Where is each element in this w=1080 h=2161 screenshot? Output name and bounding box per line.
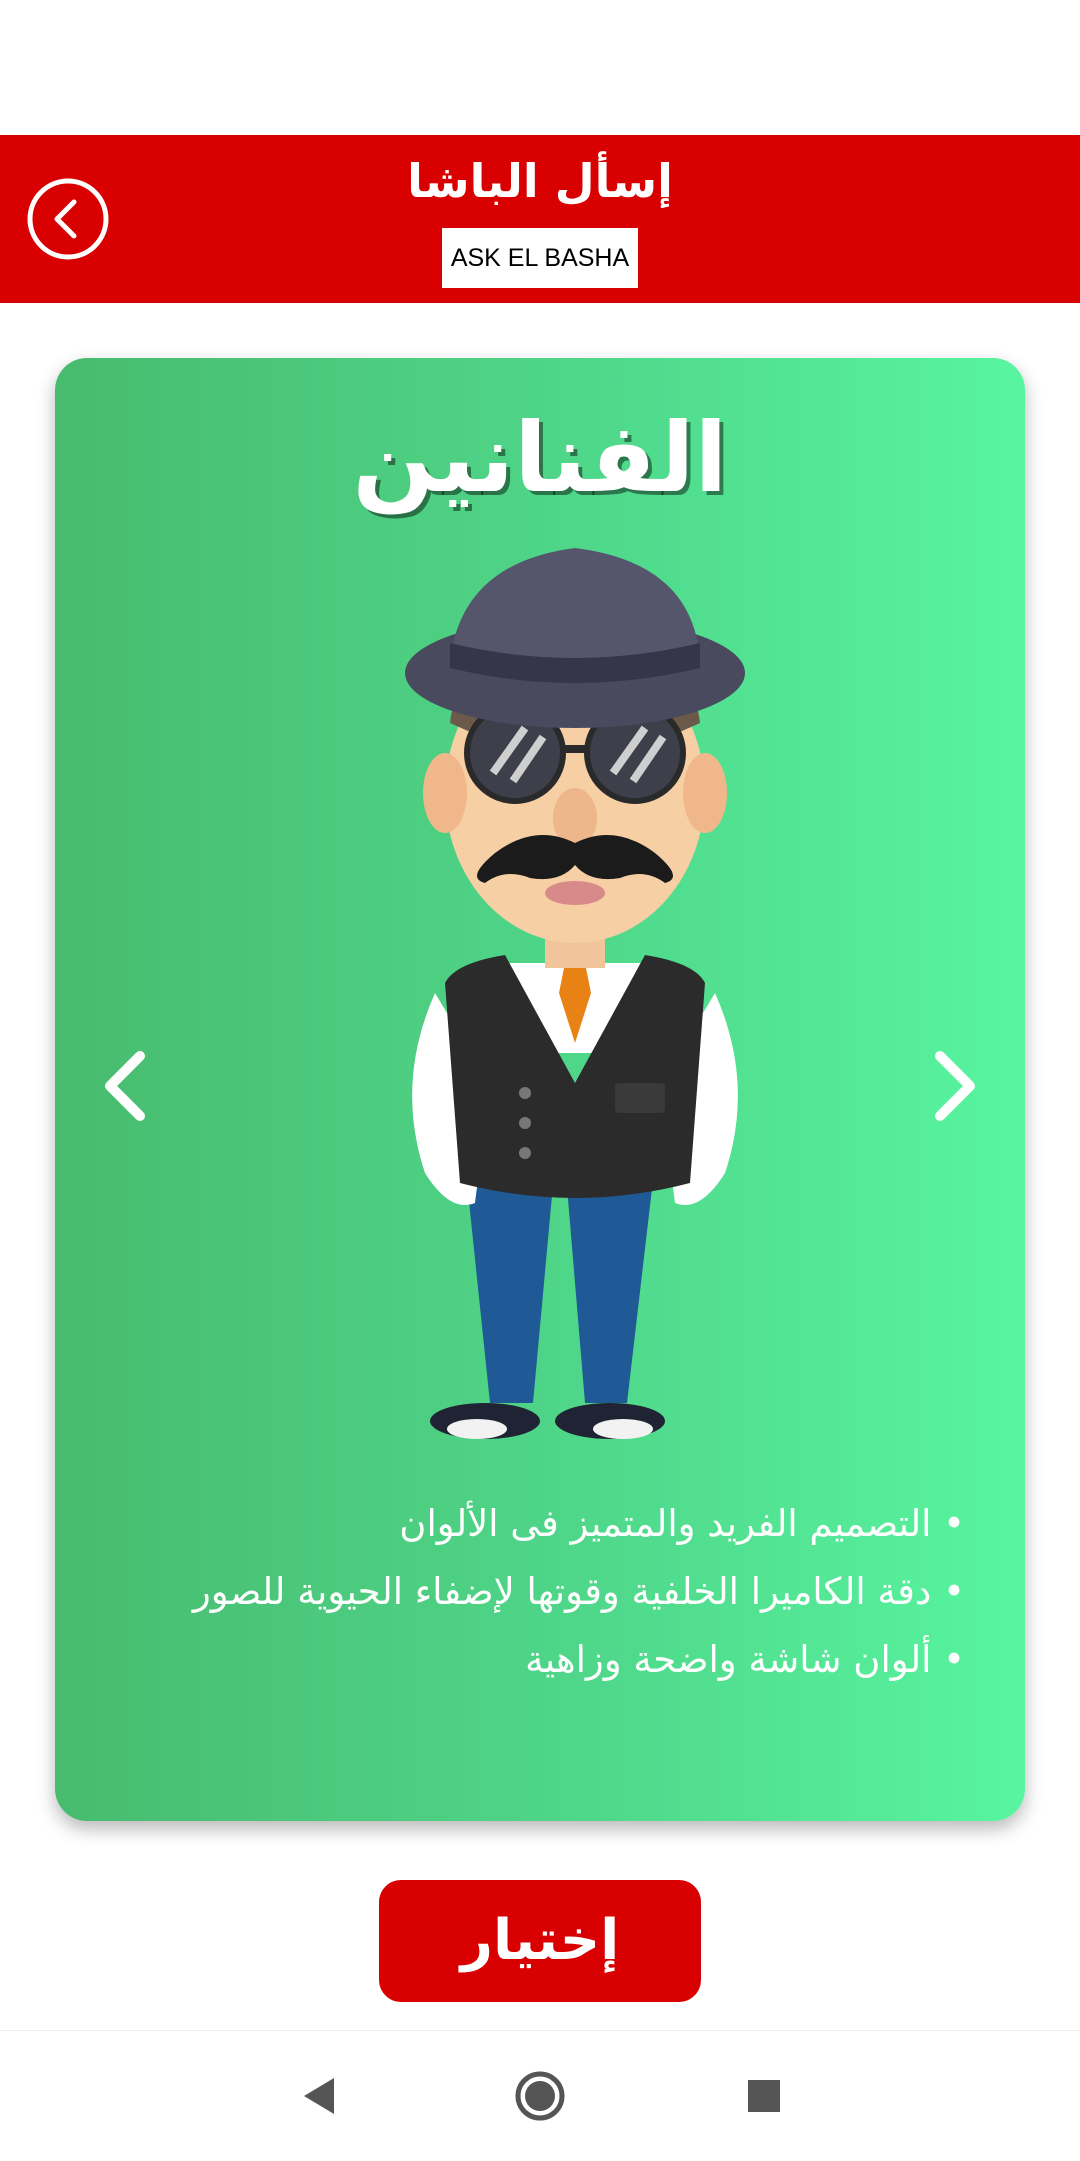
chevron-left-circle-icon bbox=[27, 178, 109, 260]
next-button[interactable] bbox=[925, 1041, 985, 1131]
choose-button[interactable]: إختيار bbox=[379, 1880, 701, 2002]
back-button[interactable] bbox=[27, 178, 109, 260]
previous-button[interactable] bbox=[95, 1041, 155, 1131]
brand-label: ASK EL BASHA bbox=[442, 228, 638, 288]
status-bar bbox=[0, 0, 1080, 135]
feature-item: دقة الكاميرا الخلفية وقوتها لإضفاء الحيو… bbox=[135, 1558, 965, 1626]
chevron-left-icon bbox=[105, 1051, 145, 1121]
category-title: الفنانين bbox=[352, 402, 728, 514]
square-recents-icon bbox=[748, 2080, 780, 2112]
system-nav-bar bbox=[0, 2030, 1080, 2161]
triangle-back-icon bbox=[304, 2078, 334, 2114]
circle-home-icon bbox=[515, 2071, 565, 2121]
page-title: إسأل الباشا bbox=[407, 154, 673, 208]
chevron-right-icon bbox=[935, 1051, 975, 1121]
character-illustration bbox=[405, 548, 745, 1439]
features-list: التصميم الفريد والمتميز فى الألوان دقة ا… bbox=[135, 1490, 965, 1694]
system-back-button[interactable] bbox=[290, 2066, 350, 2126]
app-header: إسأل الباشا ASK EL BASHA bbox=[0, 135, 1080, 303]
system-recents-button[interactable] bbox=[734, 2066, 794, 2126]
category-card: الفنانين • التصميم الفريد والمتميز فى ال… bbox=[55, 358, 1025, 1821]
system-home-button[interactable] bbox=[510, 2066, 570, 2126]
feature-item: ألوان شاشة واضحة وزاهية bbox=[135, 1626, 965, 1694]
feature-item: التصميم الفريد والمتميز فى الألوان bbox=[135, 1490, 965, 1558]
